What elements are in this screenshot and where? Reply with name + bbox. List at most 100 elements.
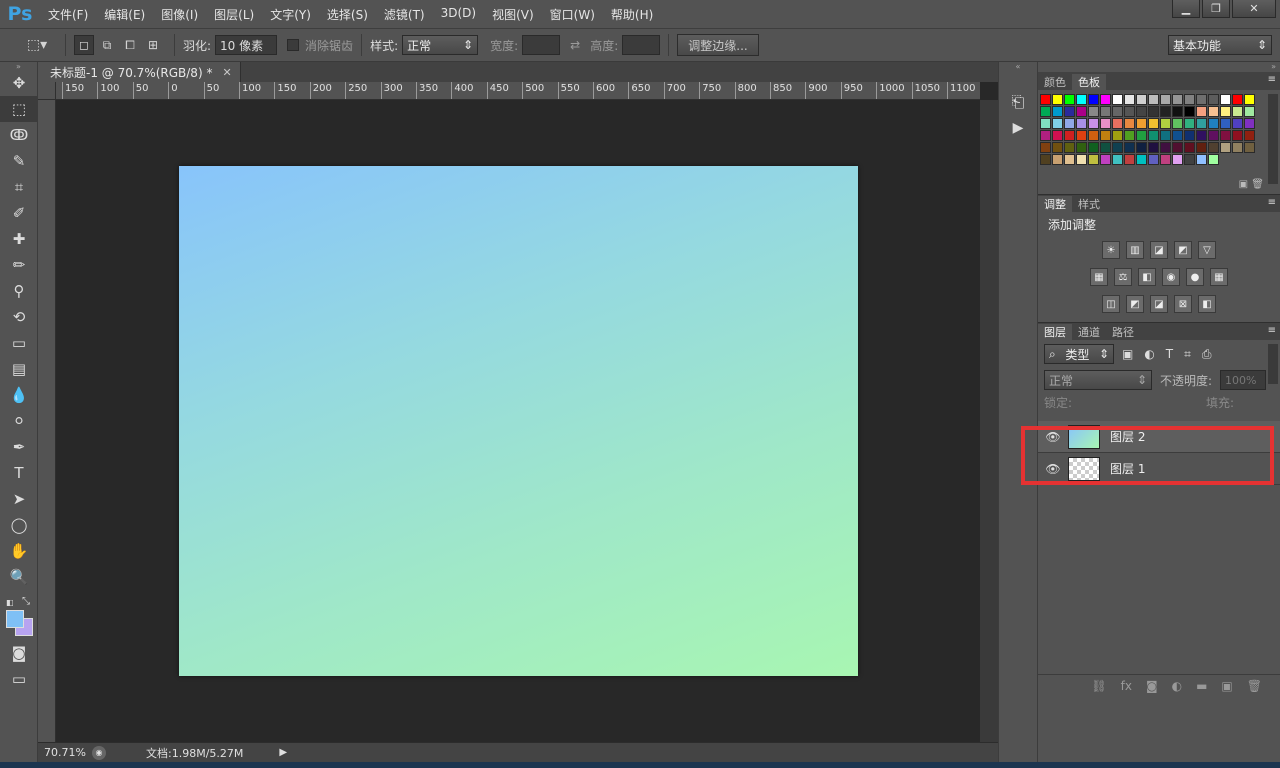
adjustment-icon[interactable]: ◧ <box>1198 295 1216 313</box>
color-swatch[interactable] <box>1124 142 1135 153</box>
restore-button[interactable]: ❐ <box>1202 0 1230 18</box>
color-swatch[interactable] <box>1064 130 1075 141</box>
menu-item[interactable]: 文件(F) <box>40 6 96 23</box>
panel-menu-icon[interactable]: ≡ <box>1268 325 1276 336</box>
color-swatch[interactable] <box>1160 142 1171 153</box>
new-layer-icon[interactable]: ▣ <box>1221 679 1232 693</box>
color-swatch[interactable] <box>1124 106 1135 117</box>
antialias-checkbox[interactable] <box>287 39 300 51</box>
adjustment-icon[interactable]: ◪ <box>1150 295 1168 313</box>
subtract-selection-icon[interactable]: ⧠ <box>120 35 140 55</box>
color-swatch[interactable] <box>1040 118 1051 129</box>
collapse-panels-icon[interactable]: » <box>1038 62 1280 72</box>
color-swatch[interactable] <box>1052 130 1063 141</box>
tab-paths[interactable]: 路径 <box>1106 324 1140 340</box>
color-swatch[interactable] <box>1112 94 1123 105</box>
menu-item[interactable]: 视图(V) <box>484 6 542 23</box>
color-swatch[interactable] <box>1172 154 1183 165</box>
vertical-ruler[interactable] <box>38 100 56 744</box>
workspace-dropdown[interactable]: 基本功能 ⇕ <box>1168 35 1272 55</box>
tab-color[interactable]: 颜色 <box>1038 74 1072 90</box>
refine-edge-button[interactable]: 调整边缘... <box>677 34 759 56</box>
color-swatch[interactable] <box>1208 154 1219 165</box>
marquee-preset-icon[interactable]: ⬚▾ <box>20 35 54 55</box>
color-swatch[interactable] <box>1160 154 1171 165</box>
color-swatch[interactable] <box>1112 142 1123 153</box>
tab-adjustments[interactable]: 调整 <box>1038 196 1072 212</box>
layers-scrollbar[interactable] <box>1268 344 1278 384</box>
color-swatch[interactable] <box>1052 94 1063 105</box>
adjustment-icon[interactable]: ▦ <box>1210 268 1228 286</box>
collapse-icon[interactable]: » <box>0 62 37 71</box>
color-swatch[interactable] <box>1160 130 1171 141</box>
color-swatch[interactable] <box>1064 154 1075 165</box>
color-swatch[interactable] <box>1184 142 1195 153</box>
quick-select-icon[interactable]: ✎ <box>0 148 38 174</box>
menu-item[interactable]: 编辑(E) <box>96 6 153 23</box>
color-swatch[interactable] <box>1124 94 1135 105</box>
color-swatch[interactable] <box>1136 118 1147 129</box>
actions-play-icon[interactable]: ▶ <box>999 116 1037 140</box>
adjustment-icon[interactable]: ⊠ <box>1174 295 1192 313</box>
opacity-input[interactable]: 100% <box>1220 370 1267 390</box>
color-swatch[interactable] <box>1244 142 1255 153</box>
color-swatch[interactable] <box>1040 154 1051 165</box>
color-swatch[interactable] <box>1052 118 1063 129</box>
color-swatch[interactable] <box>1148 154 1159 165</box>
marquee-icon[interactable]: ⬚ <box>0 96 38 122</box>
color-swatch[interactable] <box>1100 154 1111 165</box>
add-selection-icon[interactable]: ⧉ <box>97 35 117 55</box>
zoom-icon[interactable]: 🔍 <box>0 564 38 590</box>
color-swatch[interactable] <box>1100 130 1111 141</box>
menu-item[interactable]: 文字(Y) <box>262 6 319 23</box>
zoom-level[interactable]: 70.71% <box>38 746 88 759</box>
adjustment-icon[interactable]: ◫ <box>1102 295 1120 313</box>
color-swatch[interactable] <box>1184 118 1195 129</box>
color-swatch[interactable] <box>1088 130 1099 141</box>
tab-swatches[interactable]: 色板 <box>1072 74 1106 90</box>
status-info-icon[interactable]: ◉ <box>92 745 106 760</box>
close-tab-icon[interactable]: ✕ <box>222 66 231 79</box>
color-swatch[interactable] <box>1100 94 1111 105</box>
healing-icon[interactable]: ✚ <box>0 226 38 252</box>
color-swatch[interactable] <box>1136 130 1147 141</box>
layer-filter-icons[interactable]: ▣◐T⌗⎙ <box>1122 347 1223 362</box>
swap-colors-icon[interactable]: ⤡ <box>22 596 30 607</box>
quick-mask-icon[interactable]: ◙ <box>0 640 38 666</box>
hand-icon[interactable]: ✋ <box>0 538 38 564</box>
type-icon[interactable]: T <box>0 460 38 486</box>
new-swatch-icon[interactable]: ▣ 🗑 <box>1239 179 1264 190</box>
blur-icon[interactable]: 💧 <box>0 382 38 408</box>
blend-mode-dropdown[interactable]: 正常 ⇕ <box>1044 370 1152 390</box>
color-swatch[interactable] <box>1112 130 1123 141</box>
adjustment-icon[interactable]: ◩ <box>1174 241 1192 259</box>
color-swatch[interactable] <box>1196 130 1207 141</box>
color-swatch[interactable] <box>1244 94 1255 105</box>
dodge-icon[interactable]: ⚪ <box>0 408 38 434</box>
color-swatch[interactable] <box>1112 154 1123 165</box>
menu-item[interactable]: 图像(I) <box>153 6 206 23</box>
color-swatch[interactable] <box>1052 142 1063 153</box>
color-swatch[interactable] <box>1148 106 1159 117</box>
color-swatch[interactable] <box>1124 118 1135 129</box>
color-swatch[interactable] <box>1088 142 1099 153</box>
document-tab[interactable]: 未标题-1 @ 70.7%(RGB/8) * ✕ <box>38 62 241 82</box>
swatch-scrollbar[interactable] <box>1268 94 1278 184</box>
color-swatch[interactable] <box>1184 106 1195 117</box>
tab-styles[interactable]: 样式 <box>1072 196 1106 212</box>
lasso-icon[interactable]: ↂ <box>0 122 38 148</box>
canvas[interactable] <box>179 166 858 676</box>
vertical-scrollbar[interactable] <box>980 100 998 744</box>
intersect-selection-icon[interactable]: ⊞ <box>143 35 163 55</box>
color-swatch[interactable] <box>1196 118 1207 129</box>
color-swatch[interactable] <box>1232 130 1243 141</box>
color-swatch[interactable] <box>1244 106 1255 117</box>
style-dropdown[interactable]: 正常 ⇕ <box>402 35 479 55</box>
color-swatch[interactable] <box>1076 130 1087 141</box>
color-swatch[interactable] <box>1160 94 1171 105</box>
tab-channels[interactable]: 通道 <box>1072 324 1106 340</box>
color-swatch[interactable] <box>1076 118 1087 129</box>
color-swatch[interactable] <box>1172 130 1183 141</box>
menu-item[interactable]: 图层(L) <box>206 6 262 23</box>
color-swatch[interactable] <box>1208 142 1219 153</box>
